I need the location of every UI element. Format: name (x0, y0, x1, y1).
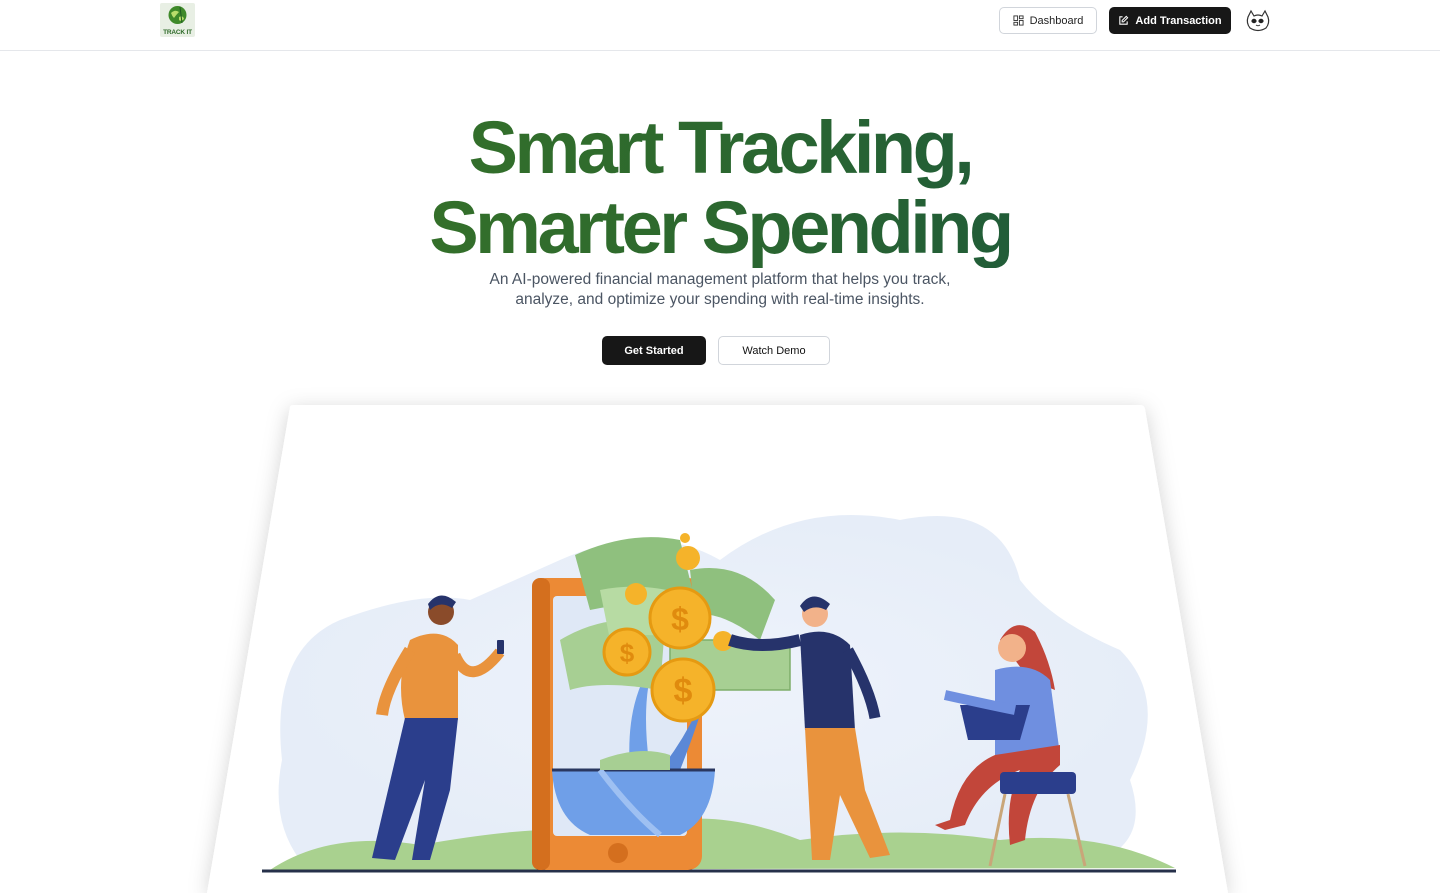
background-blob (278, 515, 1148, 860)
hero-subtitle-line1: An AI-powered financial management platf… (489, 271, 951, 288)
get-started-button[interactable]: Get Started (602, 336, 706, 365)
pen-square-icon (1119, 15, 1129, 25)
add-transaction-button[interactable]: Add Transaction (1109, 7, 1231, 34)
phone-illustration (532, 578, 702, 870)
watch-demo-button[interactable]: Watch Demo (718, 336, 830, 365)
svg-text:$: $ (671, 601, 689, 637)
layout-dashboard-icon (1013, 15, 1024, 26)
svg-text:$: $ (674, 672, 693, 710)
hero-subtitle: An AI-powered financial management platf… (420, 270, 1020, 310)
logo-text: TRACK IT (163, 29, 192, 36)
money-tree: $ $ $ (552, 533, 791, 838)
grass (270, 818, 1175, 870)
person-with-money (728, 596, 890, 860)
hero-title-line2: Smarter Spending (429, 186, 1011, 269)
cat-avatar-icon (1244, 7, 1272, 35)
hero-title-line1: Smart Tracking, (468, 106, 972, 189)
add-transaction-label: Add Transaction (1135, 14, 1222, 27)
dashboard-button[interactable]: Dashboard (999, 7, 1097, 34)
hero-title: Smart Tracking, Smarter Spending (0, 108, 1440, 268)
dashboard-button-label: Dashboard (1029, 14, 1084, 27)
svg-text:$: $ (620, 638, 635, 668)
hero-subtitle-line2: analyze, and optimize your spending with… (515, 291, 925, 308)
person-with-phone (372, 595, 505, 860)
illustration-card (207, 405, 1228, 893)
user-avatar[interactable] (1244, 7, 1272, 35)
track-it-logo[interactable]: TRACK IT (160, 3, 195, 37)
woman-with-laptop (935, 625, 1087, 867)
top-nav: TRACK IT Dashboard Add Transaction (0, 0, 1440, 51)
